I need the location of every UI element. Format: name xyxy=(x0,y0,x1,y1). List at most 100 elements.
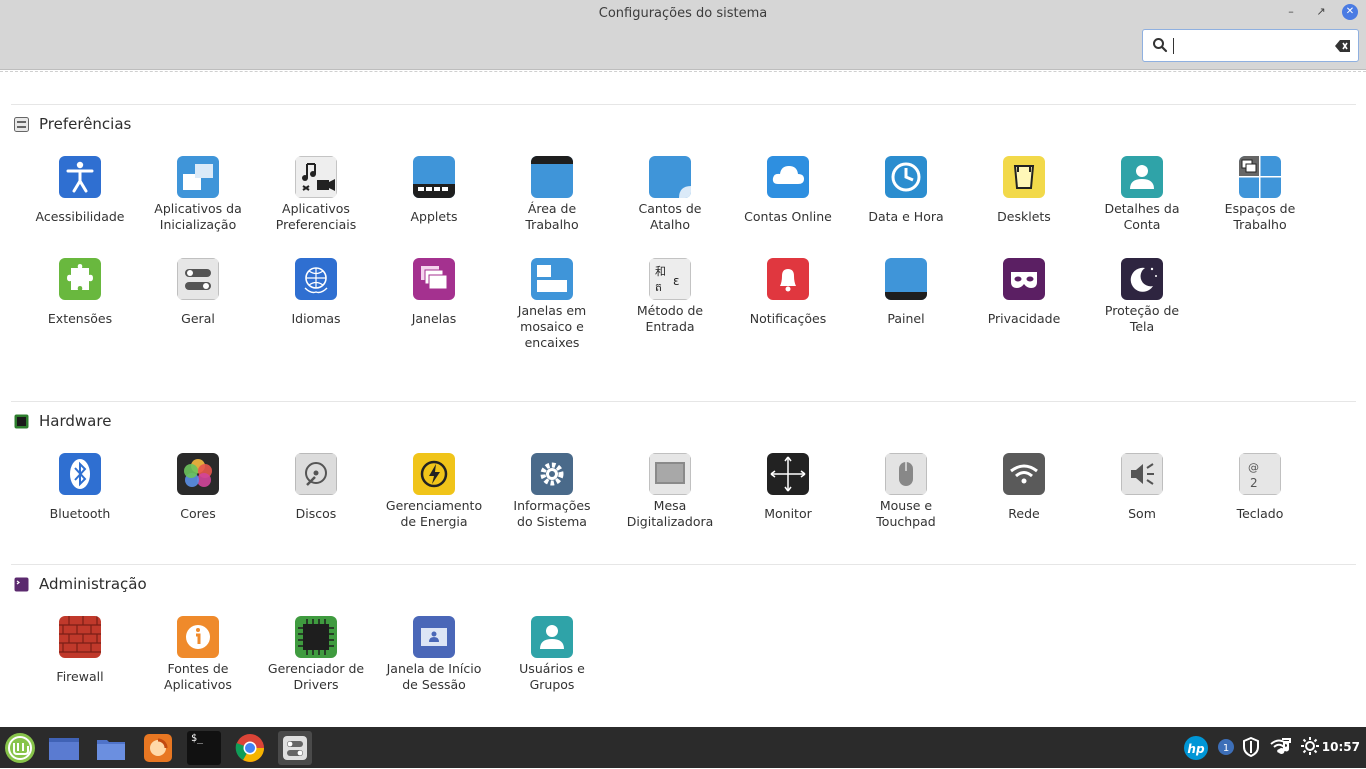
settings-item-label: Aplicativos da Inicialização xyxy=(154,201,242,232)
settings-item[interactable]: Rede xyxy=(965,453,1083,522)
settings-item[interactable]: Aplicativos da Inicialização xyxy=(139,156,257,233)
system-settings-button[interactable] xyxy=(278,731,312,765)
settings-item-label: Teclado xyxy=(1236,506,1284,521)
minimize-button[interactable]: – xyxy=(1283,4,1299,20)
chip-icon xyxy=(295,616,337,658)
search-input[interactable] xyxy=(1171,36,1331,56)
search-icon xyxy=(1153,38,1168,53)
header-divider xyxy=(0,71,1366,72)
hardware-section-icon xyxy=(14,414,29,429)
desklets-icon xyxy=(1003,156,1045,198)
terminal-button[interactable]: $_ xyxy=(187,731,221,765)
settings-item[interactable]: Data e Hora xyxy=(847,156,965,225)
speaker-icon xyxy=(1121,453,1163,495)
keyboard-icon: @2 xyxy=(1239,453,1281,495)
settings-item[interactable]: Fontes de Aplicativos xyxy=(139,616,257,693)
settings-item[interactable]: Applets xyxy=(375,156,493,225)
users-icon xyxy=(531,616,573,658)
settings-item[interactable]: Painel xyxy=(847,258,965,327)
puzzle-icon xyxy=(59,258,101,300)
clear-icon[interactable] xyxy=(1335,39,1351,53)
settings-item-label: Privacidade xyxy=(987,311,1061,326)
preferred-apps-icon xyxy=(295,156,337,198)
chrome-icon xyxy=(235,734,264,762)
settings-item[interactable]: Extensões xyxy=(21,258,139,327)
settings-item[interactable]: Gerenciador de Drivers xyxy=(257,616,375,693)
close-button[interactable]: ✕ xyxy=(1342,4,1358,20)
settings-item[interactable]: Janelas em mosaico e encaixes xyxy=(493,258,611,351)
settings-item[interactable]: Espaços de Trabalho xyxy=(1201,156,1319,233)
settings-item[interactable]: Informações do Sistema xyxy=(493,453,611,530)
input-method-icon: 和តε xyxy=(649,258,691,300)
settings-item[interactable]: Área de Trabalho xyxy=(493,156,611,233)
power-icon xyxy=(413,453,455,495)
settings-item-label: Geral xyxy=(181,311,215,326)
startup-apps-icon xyxy=(177,156,219,198)
brightness-icon xyxy=(1301,737,1319,755)
mint-menu-button[interactable] xyxy=(3,731,37,765)
titlebar: Configurações do sistema – ↗ ✕ xyxy=(0,0,1366,70)
brightness-tray-button[interactable] xyxy=(1301,737,1319,759)
settings-item[interactable]: Privacidade xyxy=(965,258,1083,327)
globe-icon xyxy=(295,258,337,300)
settings-item[interactable]: Proteção de Tela xyxy=(1083,258,1201,335)
settings-item[interactable]: 和ត ε Método de Entrada xyxy=(611,258,729,335)
desktop-icon xyxy=(531,156,573,198)
section-divider xyxy=(11,564,1356,565)
settings-item[interactable]: Notificações xyxy=(729,258,847,327)
window-title: Configurações do sistema xyxy=(598,6,768,21)
disk-icon xyxy=(295,453,337,495)
files-button[interactable] xyxy=(94,731,128,765)
settings-item-label: Gerenciamento de Energia xyxy=(385,498,483,529)
sound-tray-button[interactable] xyxy=(1277,737,1291,759)
settings-item[interactable]: Monitor xyxy=(729,453,847,522)
settings-item[interactable]: Mouse e Touchpad xyxy=(847,453,965,530)
settings-item[interactable]: Cantos de Atalho xyxy=(611,156,729,233)
settings-item[interactable]: Idiomas xyxy=(257,258,375,327)
settings-item[interactable]: @2 Teclado xyxy=(1201,453,1319,522)
settings-item-label: Cores xyxy=(180,506,216,521)
restore-button[interactable]: ↗ xyxy=(1313,4,1329,20)
search-box[interactable] xyxy=(1142,29,1359,62)
settings-item[interactable]: Som xyxy=(1083,453,1201,522)
settings-item[interactable]: Desklets xyxy=(965,156,1083,225)
update-manager-button[interactable]: 1 xyxy=(1217,737,1235,761)
settings-item[interactable]: Firewall xyxy=(21,616,139,685)
settings-item[interactable]: Janelas xyxy=(375,258,493,327)
settings-item[interactable]: Contas Online xyxy=(729,156,847,225)
settings-item[interactable]: Cores xyxy=(139,453,257,522)
settings-item[interactable]: Acessibilidade xyxy=(21,156,139,225)
settings-item[interactable]: Bluetooth xyxy=(21,453,139,522)
monitor-icon xyxy=(767,453,809,495)
moon-icon xyxy=(1121,258,1163,300)
shield-tray-button[interactable] xyxy=(1242,736,1260,761)
settings-item[interactable]: Detalhes da Conta xyxy=(1083,156,1201,233)
settings-item[interactable]: Discos xyxy=(257,453,375,522)
settings-item-label: Espaços de Trabalho xyxy=(1224,201,1296,232)
settings-item[interactable]: Usuários e Grupos xyxy=(493,616,611,693)
settings-item-label: Desklets xyxy=(997,209,1051,224)
bell-icon xyxy=(767,258,809,300)
show-desktop-button[interactable] xyxy=(47,731,81,765)
clock[interactable]: 10:57 xyxy=(1322,740,1360,754)
settings-item[interactable]: Gerenciamento de Energia xyxy=(375,453,493,530)
settings-item[interactable]: Geral xyxy=(139,258,257,327)
chrome-button[interactable] xyxy=(233,731,267,765)
settings-item[interactable]: Mesa Digitalizadora xyxy=(611,453,729,530)
workspaces-icon xyxy=(1239,156,1281,198)
firefox-button[interactable] xyxy=(141,731,175,765)
info-icon xyxy=(177,616,219,658)
system-settings-window: Configurações do sistema – ↗ ✕ Preferênc… xyxy=(0,0,1366,727)
settings-item-label: Mouse e Touchpad xyxy=(876,498,936,529)
settings-item-label: Fontes de Aplicativos xyxy=(164,661,232,692)
settings-item-label: Informações do Sistema xyxy=(513,498,591,529)
settings-item-label: Contas Online xyxy=(744,209,832,224)
settings-item-label: Idiomas xyxy=(291,311,341,326)
hot-corners-icon xyxy=(649,156,691,198)
mask-icon xyxy=(1003,258,1045,300)
settings-item[interactable]: Aplicativos Preferenciais xyxy=(257,156,375,233)
hp-tray-button[interactable]: hp xyxy=(1183,735,1209,765)
settings-item[interactable]: Janela de Início de Sessão xyxy=(375,616,493,693)
settings-item-label: Extensões xyxy=(47,311,113,326)
mint-logo-icon xyxy=(5,733,35,763)
